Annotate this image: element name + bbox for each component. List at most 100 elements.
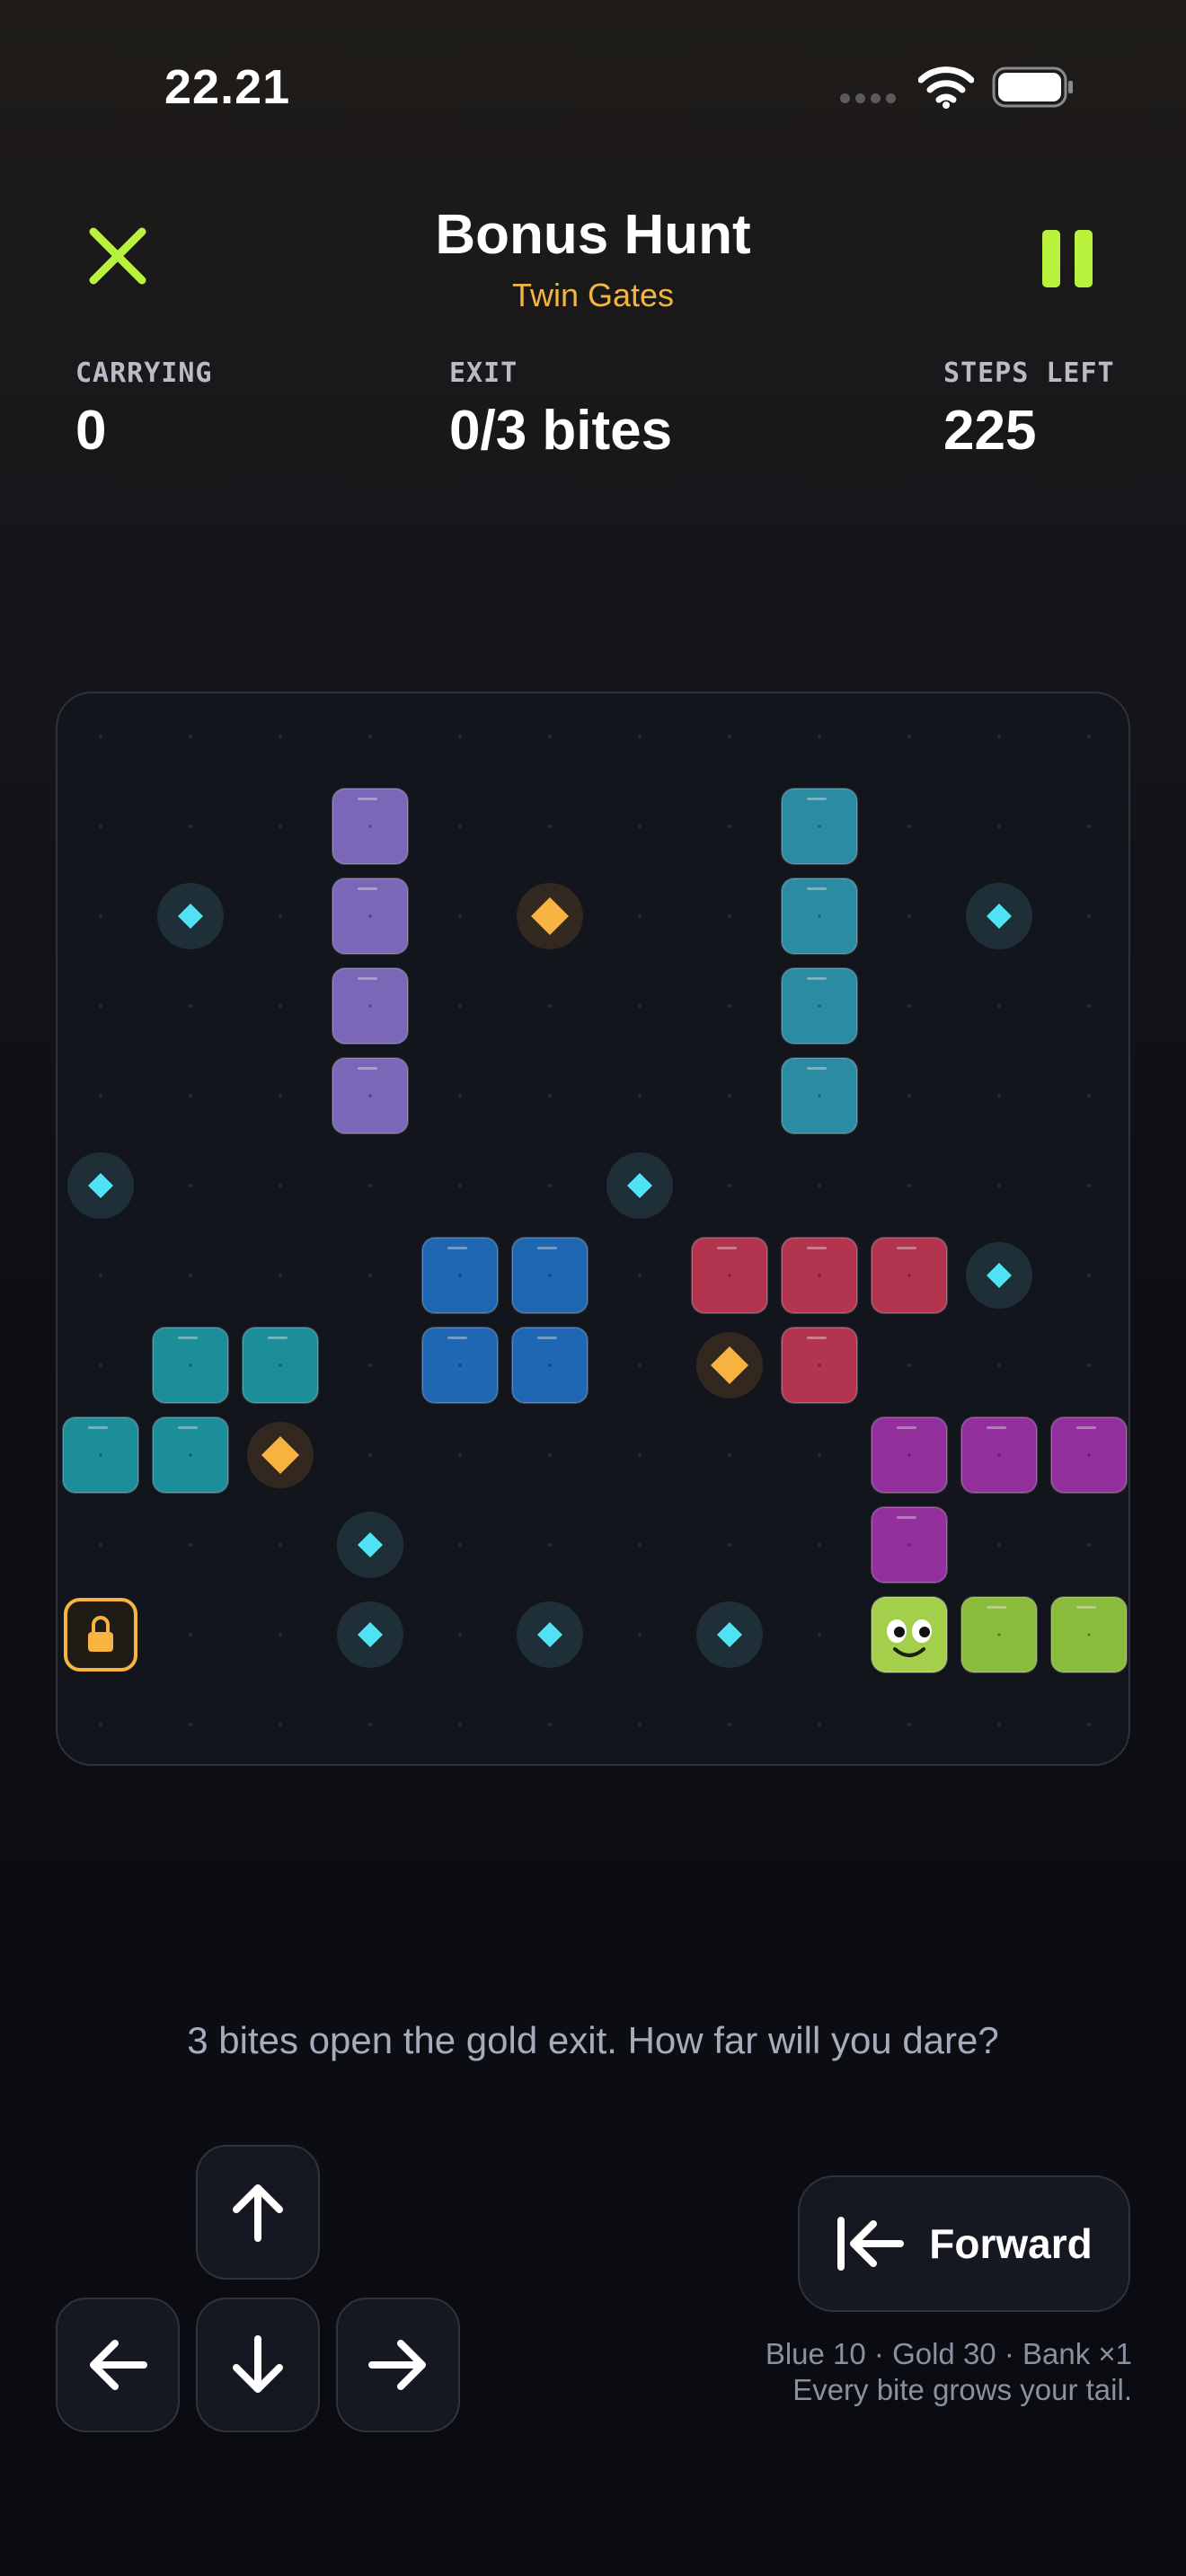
grid-dot <box>548 735 552 738</box>
grid-dot <box>997 1543 1001 1547</box>
block-tile-teal-highlight <box>807 798 827 800</box>
grid-dot <box>997 735 1001 738</box>
snake-pupil-right <box>919 1627 930 1637</box>
pause-button[interactable] <box>1042 230 1093 287</box>
grid-dot <box>99 825 102 828</box>
grid-dot <box>638 914 642 918</box>
grid-dot <box>458 1004 462 1008</box>
snake-pupil-left <box>894 1627 905 1637</box>
wifi-icon <box>918 66 974 109</box>
grid-dot <box>638 1453 642 1457</box>
grid-dot <box>818 1723 821 1726</box>
grid-dot <box>189 825 192 828</box>
lock-icon <box>88 1632 113 1652</box>
block-tile-cyan-highlight <box>178 1426 198 1429</box>
block-tile-purple-center <box>368 825 372 828</box>
snake-head <box>871 1596 948 1673</box>
move-right-button[interactable] <box>336 2298 460 2432</box>
grid-dot <box>638 1004 642 1008</box>
grid-dot <box>458 1184 462 1187</box>
grid-dot <box>1087 1363 1091 1367</box>
block-tile-teal-center <box>818 914 821 918</box>
grid-dot <box>368 1274 372 1277</box>
block-tile-red-highlight <box>897 1247 916 1249</box>
block-tile-purple-center <box>368 1004 372 1008</box>
grid-dot <box>728 735 731 738</box>
snake-body-segment-highlight <box>1076 1606 1096 1609</box>
grid-dot <box>279 825 282 828</box>
close-button[interactable] <box>86 225 149 287</box>
grid-dot <box>728 1543 731 1547</box>
grid-dot <box>548 1453 552 1457</box>
grid-dot <box>638 1723 642 1726</box>
block-tile-cyan-highlight <box>268 1337 288 1339</box>
block-tile-cyan-highlight <box>178 1337 198 1339</box>
grid-dot <box>189 1184 192 1187</box>
grid-dot <box>99 1723 102 1726</box>
grid-dot <box>728 1184 731 1187</box>
grid-dot <box>458 1723 462 1726</box>
forward-button[interactable]: Forward <box>798 2175 1130 2312</box>
grid-dot <box>279 1274 282 1277</box>
block-tile-blue-center <box>548 1274 552 1277</box>
grid-dot <box>997 1094 1001 1098</box>
grid-dot <box>907 735 911 738</box>
grid-dot <box>638 1363 642 1367</box>
block-tile-red-center <box>907 1274 911 1277</box>
block-tile-teal-center <box>818 1094 821 1098</box>
snake-body-segment-center <box>997 1633 1001 1636</box>
cellular-signal-icon <box>840 92 901 108</box>
block-tile-red-highlight <box>807 1337 827 1339</box>
block-tile-cyan-center <box>99 1453 102 1457</box>
grid-dot <box>728 1004 731 1008</box>
grid-dot <box>997 825 1001 828</box>
grid-dot <box>548 1184 552 1187</box>
grid-dot <box>368 1723 372 1726</box>
block-tile-cyan-center <box>189 1453 192 1457</box>
block-tile-cyan-center <box>189 1363 192 1367</box>
block-tile-purple-center <box>368 1094 372 1098</box>
pause-icon <box>1042 230 1060 287</box>
grid-dot <box>99 1543 102 1547</box>
steps-left-label: STEPS LEFT <box>943 357 1115 389</box>
grid-dot <box>638 735 642 738</box>
arrow-left-to-bar-icon <box>837 2217 905 2271</box>
grid-dot <box>99 735 102 738</box>
game-board[interactable] <box>56 692 1130 1766</box>
grid-dot <box>907 825 911 828</box>
grid-dot <box>189 1274 192 1277</box>
grid-dot <box>458 735 462 738</box>
block-tile-teal-center <box>818 1004 821 1008</box>
grid-dot <box>1087 1543 1091 1547</box>
block-tile-blue-highlight <box>537 1247 557 1249</box>
grid-dot <box>99 1094 102 1098</box>
grid-dot <box>458 825 462 828</box>
block-tile-blue-center <box>458 1363 462 1367</box>
grid-dot <box>728 825 731 828</box>
move-down-button[interactable] <box>196 2298 320 2432</box>
level-title: Bonus Hunt <box>435 204 751 266</box>
grid-dot <box>99 1004 102 1008</box>
block-tile-blue-highlight <box>447 1337 467 1339</box>
grid-dot <box>818 1453 821 1457</box>
block-tile-magenta-highlight <box>987 1426 1006 1429</box>
steps-left-value: 225 <box>943 400 1037 462</box>
grid-dot <box>907 914 911 918</box>
block-tile-blue-highlight <box>447 1247 467 1249</box>
grid-dot <box>458 914 462 918</box>
grid-dot <box>818 1633 821 1636</box>
block-tile-purple-center <box>368 914 372 918</box>
grid-dot <box>907 1004 911 1008</box>
grid-dot <box>279 1004 282 1008</box>
block-tile-teal-center <box>818 825 821 828</box>
move-left-button[interactable] <box>56 2298 180 2432</box>
hint-text: 3 bites open the gold exit. How far will… <box>187 2019 999 2061</box>
arrow-up-icon <box>233 2184 283 2242</box>
block-tile-teal-highlight <box>807 977 827 980</box>
grid-dot <box>189 1543 192 1547</box>
grid-dot <box>189 735 192 738</box>
move-up-button[interactable] <box>196 2145 320 2280</box>
grid-dot <box>997 1184 1001 1187</box>
grid-dot <box>279 1633 282 1636</box>
grid-dot <box>458 1094 462 1098</box>
